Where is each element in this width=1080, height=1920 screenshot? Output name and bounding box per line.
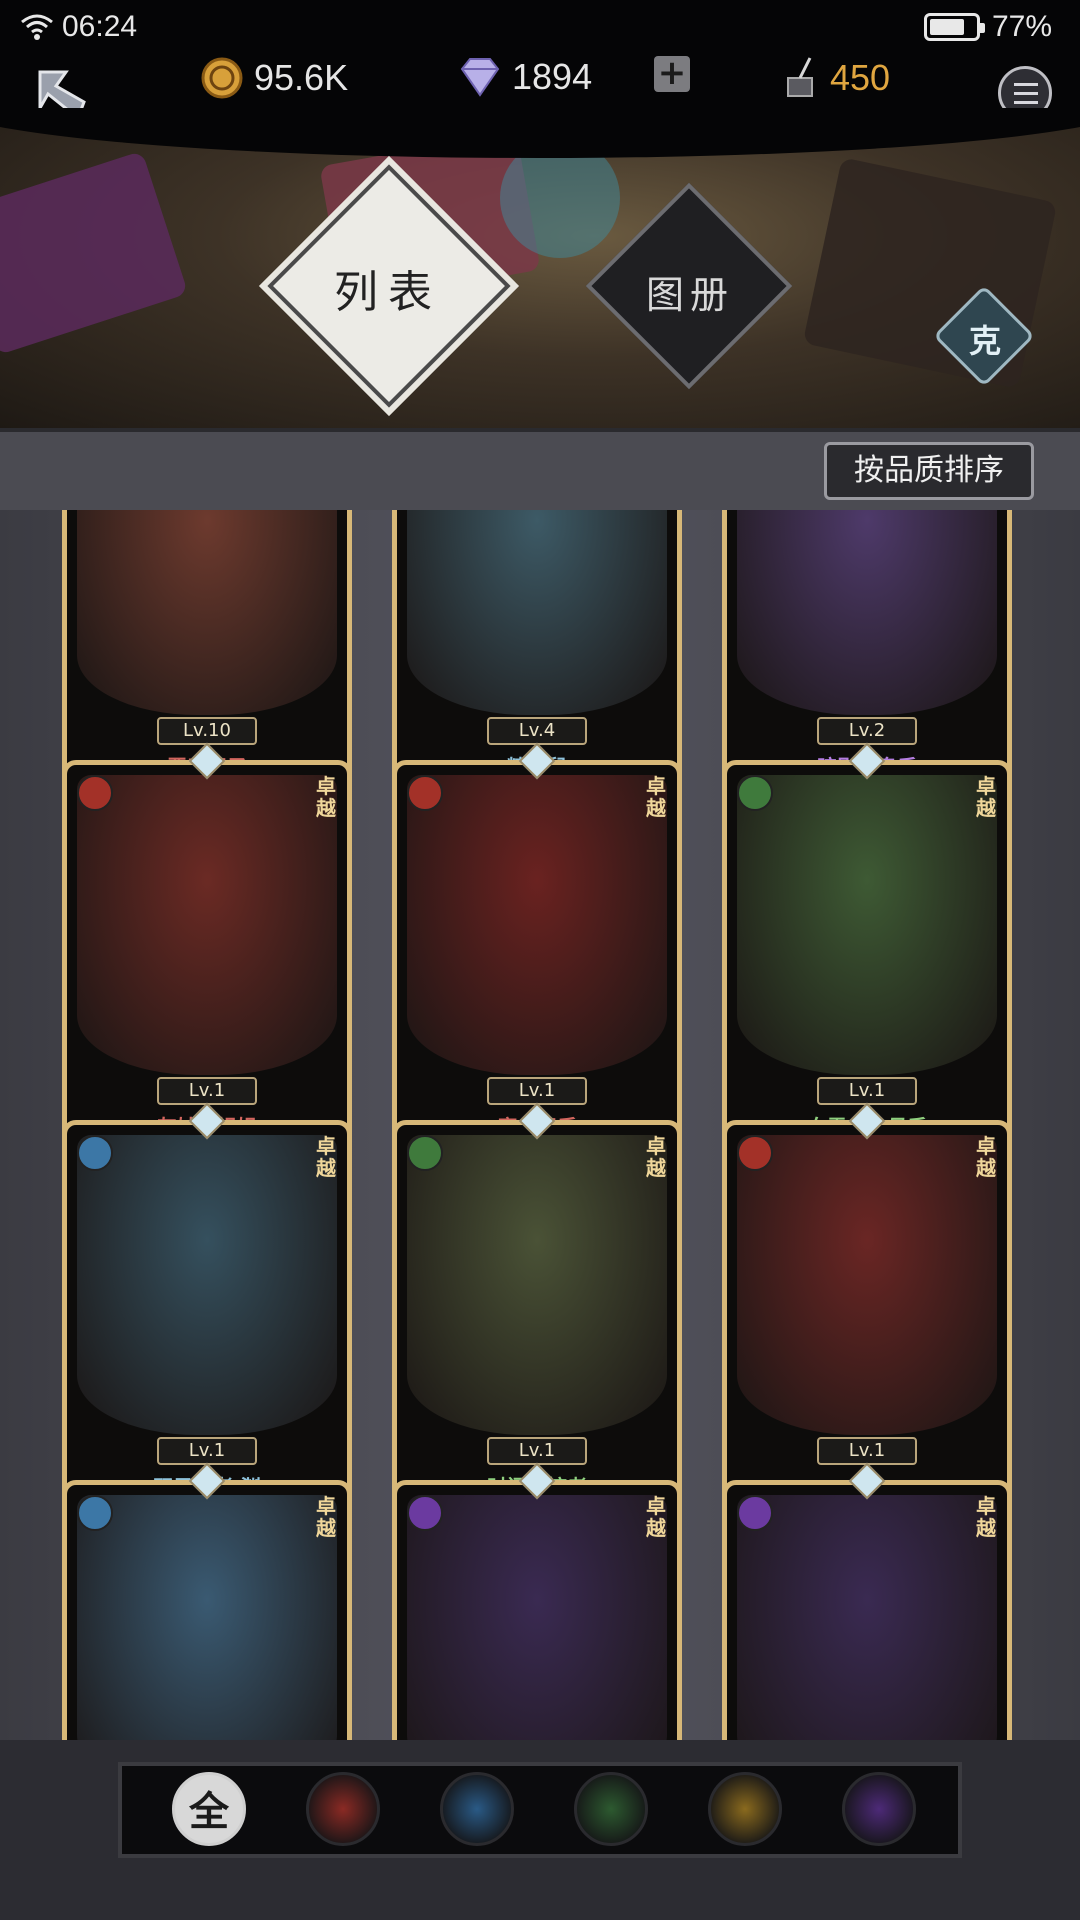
tab-list-label: 列表	[334, 267, 442, 318]
nature-filter-button[interactable]	[574, 1772, 648, 1846]
grade-badge: 卓越	[646, 1494, 666, 1540]
hero-portrait	[77, 1495, 337, 1740]
menu-line	[1014, 92, 1038, 95]
coin-icon	[201, 57, 243, 99]
ink-balance: 450	[780, 56, 890, 100]
all-icon: 全	[189, 1789, 229, 1835]
hero-level: Lv.1	[817, 1077, 917, 1105]
hero-level: Lv.10	[157, 717, 257, 745]
status-bar: 06:24 77%	[0, 0, 1080, 60]
hero-portrait	[737, 775, 997, 1075]
hero-level: Lv.1	[157, 1077, 257, 1105]
battery-icon	[923, 13, 985, 41]
hero-card[interactable]: 卓越	[722, 1480, 1012, 1740]
tab-album-label: 图册	[645, 273, 734, 317]
shadow-element-icon	[407, 1495, 443, 1531]
fire-element-icon	[407, 775, 443, 811]
hero-portrait	[77, 510, 337, 715]
fire-element-icon	[77, 775, 113, 811]
hero-portrait	[407, 1135, 667, 1435]
grade-badge: 卓越	[646, 774, 666, 820]
grade-badge: 卓越	[976, 1494, 996, 1540]
coin-balance: 95.6K	[200, 56, 348, 100]
status-left: 06:24	[20, 10, 137, 44]
diamond-icon	[460, 58, 500, 97]
ink-amount: 450	[830, 57, 891, 98]
grade-badge: 卓越	[976, 1134, 996, 1180]
grade-badge: 卓越	[976, 774, 996, 820]
status-time: 06:24	[62, 10, 138, 43]
hero-portrait	[407, 775, 667, 1075]
hero-level: Lv.1	[157, 1437, 257, 1465]
grade-badge: 卓越	[646, 1134, 666, 1180]
battery-fill	[929, 19, 964, 35]
hero-card[interactable]: 卓越	[392, 1480, 682, 1740]
water-filter-button[interactable]	[440, 1772, 514, 1846]
hero-portrait	[737, 510, 997, 715]
water-element-icon	[77, 1495, 113, 1531]
nature-element-icon	[737, 775, 773, 811]
status-right: 77%	[923, 10, 1052, 44]
banner-top-curve	[0, 108, 1080, 158]
nature-element-icon	[407, 1135, 443, 1171]
water-element-icon	[77, 1135, 113, 1171]
card-grid[interactable]: Lv.10恶魔王子★★攻Lv.4精灵鼠★★攻Lv.2暗影白皇后★辅卓越Lv.1灰…	[0, 510, 1080, 1740]
menu-line	[1014, 101, 1038, 104]
shadow-element-icon	[737, 1495, 773, 1531]
hero-level: Lv.1	[487, 1077, 587, 1105]
counter-chart-label: 克	[968, 322, 1001, 360]
hero-card[interactable]: 卓越	[62, 1480, 352, 1740]
hero-portrait	[407, 1495, 667, 1740]
hero-portrait	[737, 1495, 997, 1740]
wifi-icon	[21, 14, 53, 40]
hero-level: Lv.4	[487, 717, 587, 745]
light-filter-button[interactable]	[708, 1772, 782, 1846]
shadow-filter-button[interactable]	[842, 1772, 916, 1846]
hero-level: Lv.1	[487, 1437, 587, 1465]
hero-portrait	[737, 1135, 997, 1435]
coin-amount: 95.6K	[254, 57, 349, 98]
fire-filter-button[interactable]	[306, 1772, 380, 1846]
ink-bottle-icon	[787, 57, 813, 97]
hero-level: Lv.1	[817, 1437, 917, 1465]
table-card-decor	[0, 150, 189, 356]
grade-badge: 卓越	[316, 1494, 336, 1540]
hero-portrait	[77, 1135, 337, 1435]
sort-by-quality-button[interactable]: 按品质排序	[824, 442, 1034, 500]
all-filter-button[interactable]: 全	[172, 1772, 246, 1846]
gem-amount: 1894	[512, 56, 593, 97]
fire-element-icon	[737, 1135, 773, 1171]
grade-badge: 卓越	[316, 1134, 336, 1180]
hero-portrait	[407, 510, 667, 715]
menu-line	[1014, 83, 1038, 86]
hero-level: Lv.2	[817, 717, 917, 745]
add-gems-button[interactable]: +	[654, 56, 690, 92]
hero-portrait	[77, 775, 337, 1075]
grade-badge: 卓越	[316, 774, 336, 820]
battery-percent: 77%	[991, 10, 1052, 43]
header-banner	[0, 108, 1080, 428]
gem-balance: 1894	[458, 56, 592, 98]
